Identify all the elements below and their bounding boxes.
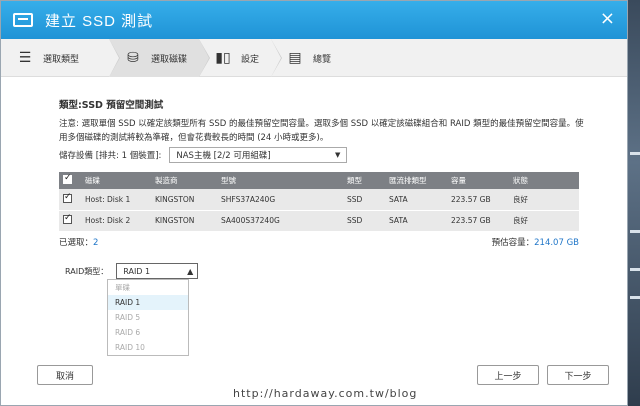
raid-type-select[interactable]: RAID 1 ▲ [116, 263, 199, 279]
raid-type-dropdown: 單碟 RAID 1 RAID 5 RAID 6 RAID 10 [107, 279, 189, 356]
column-header: 匯流排類型 [389, 176, 427, 185]
raid-option-single: 單碟 [115, 283, 130, 292]
page-title: 類型:SSD 預留空間測試 [59, 100, 164, 111]
column-header: 狀態 [513, 176, 528, 185]
estimate-label: 預估容量： [491, 237, 535, 248]
row-checkbox[interactable] [63, 213, 72, 224]
ssd-icon [13, 13, 33, 27]
table-header-row: 磁碟 製造商 型號 類型 匯流排類型 容量 狀態 [59, 172, 579, 189]
selected-label: 已選取： [59, 237, 94, 248]
table-row[interactable]: Host: Disk 1 KINGSTON SHFS37A240G SSD SA… [59, 189, 579, 210]
raid-type-row: RAID類型： RAID 1 ▲ [65, 263, 199, 279]
column-header: 製造商 [155, 176, 178, 185]
raid-option-raid5: RAID 5 [115, 313, 141, 322]
vendor-cell: KINGSTON [155, 216, 195, 225]
estimate-value: 214.07 GB [534, 237, 579, 248]
step-label: 總覽 [313, 54, 332, 65]
list-icon: ☰ [18, 50, 32, 66]
storage-pool-label: 儲存設備 [排共: 1 個裝置]: [59, 151, 162, 161]
storage-pool-value: NAS主機 [2/2 可用組碟] [176, 151, 271, 161]
model-cell: SA400S37240G [221, 216, 280, 225]
step-label: 選取類型 [43, 54, 80, 65]
create-ssd-test-dialog: 建立 SSD 測試 × ☰ 選取類型 ⛁ 選取磁碟 ▮▯ 設定 ▤ 總覽 類型:… [0, 0, 628, 406]
step-select-disk: ⛁ 選取磁碟 [109, 39, 210, 77]
disk-cell: Host: Disk 2 [85, 216, 131, 225]
step-label: 設定 [241, 54, 260, 65]
storage-pool-row: 儲存設備 [排共: 1 個裝置]: NAS主機 [2/2 可用組碟] ▼ [59, 147, 589, 163]
column-header: 類型 [347, 176, 362, 185]
cancel-button[interactable]: 取消 [37, 365, 93, 385]
selected-count: 2 [93, 237, 99, 248]
bus-cell: SATA [389, 216, 408, 225]
close-button[interactable]: × [600, 10, 615, 28]
step-select-type: ☰ 選取類型 [1, 39, 120, 77]
selection-summary: 已選取：2 預估容量：214.07 GB [59, 236, 579, 248]
raid-option-raid10: RAID 10 [115, 343, 145, 352]
next-button[interactable]: 下一步 [547, 365, 609, 385]
capacity-cell: 223.57 GB [451, 216, 491, 225]
model-cell: SHFS37A240G [221, 194, 276, 204]
type-cell: SSD [347, 216, 363, 225]
raid-type-label: RAID類型： [65, 266, 109, 276]
disk-icon: ⛁ [127, 50, 139, 66]
wizard-steps: ☰ 選取類型 ⛁ 選取磁碟 ▮▯ 設定 ▤ 總覽 [1, 39, 627, 77]
chevron-up-icon: ▲ [187, 266, 194, 276]
step-summary: ▤ 總覽 [271, 39, 361, 77]
raid-option-raid1[interactable]: RAID 1 [108, 295, 188, 310]
raid-type-value: RAID 1 [123, 266, 151, 276]
back-button[interactable]: 上一步 [477, 365, 539, 385]
raid-option-raid6: RAID 6 [115, 328, 141, 337]
type-cell: SSD [347, 194, 363, 204]
estimated-capacity-text: 預估容量：214.07 GB [492, 236, 579, 248]
row-checkbox[interactable] [63, 192, 72, 203]
title-bar: 建立 SSD 測試 × [1, 1, 627, 39]
summary-icon: ▤ [288, 50, 302, 66]
settings-icon: ▮▯ [215, 50, 231, 66]
bus-cell: SATA [389, 194, 408, 204]
table-row[interactable]: Host: Disk 2 KINGSTON SA400S37240G SSD S… [59, 210, 579, 231]
dialog-title: 建立 SSD 測試 [45, 12, 154, 30]
watermark-text: http://hardaway.com.tw/blog [233, 387, 418, 400]
chevron-down-icon: ▼ [334, 151, 341, 159]
selected-count-text: 已選取：2 [59, 236, 98, 248]
disk-cell: Host: Disk 1 [85, 194, 131, 204]
select-all-checkbox[interactable] [63, 173, 72, 184]
vendor-cell: KINGSTON [155, 194, 195, 204]
main-content: 類型:SSD 預留空間測試 注意: 選取單個 SSD 以確定該類型所有 SSD … [59, 91, 589, 248]
status-cell: 良好 [513, 194, 528, 204]
disk-table: 磁碟 製造商 型號 類型 匯流排類型 容量 狀態 Host: Disk 1 KI… [59, 172, 579, 232]
notice-text: 注意: 選取單個 SSD 以確定該類型所有 SSD 的最佳預留空間容量。選取多個… [59, 119, 584, 143]
step-label: 選取磁碟 [151, 54, 188, 65]
capacity-cell: 223.57 GB [451, 194, 491, 204]
status-cell: 良好 [513, 216, 528, 225]
storage-pool-select[interactable]: NAS主機 [2/2 可用組碟] ▼ [169, 147, 348, 163]
column-header: 容量 [451, 176, 466, 185]
column-header: 型號 [221, 176, 236, 185]
column-header: 磁碟 [85, 176, 100, 185]
